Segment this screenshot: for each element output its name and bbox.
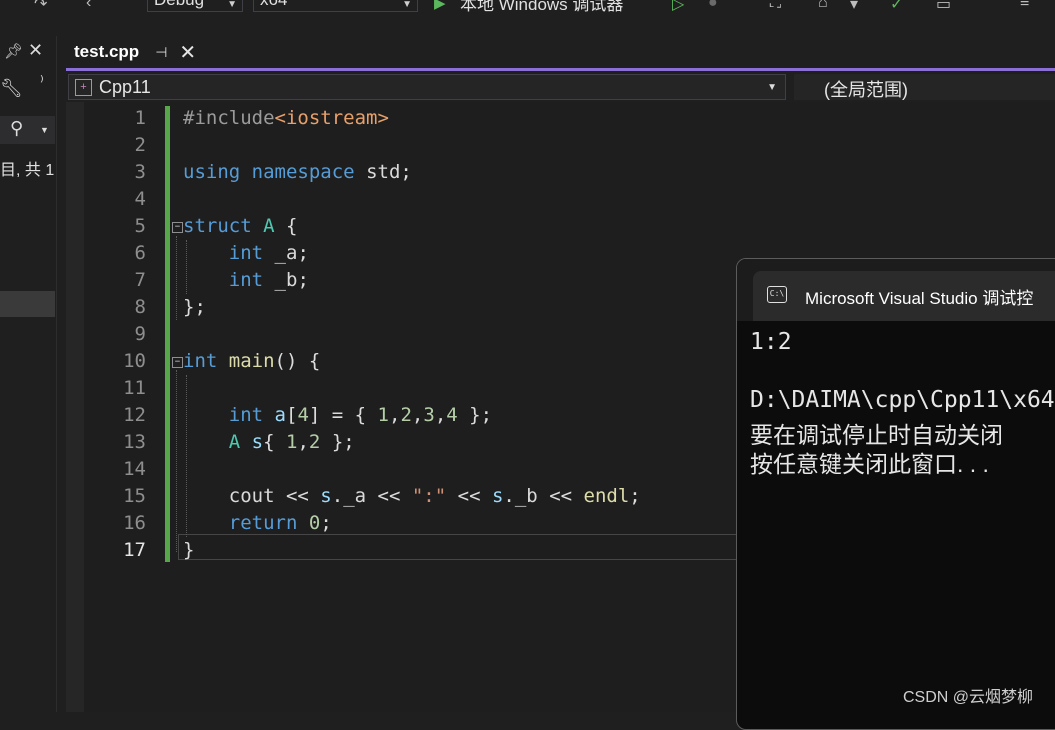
line-number: 2 bbox=[134, 134, 146, 156]
code-line: int _a; bbox=[228, 242, 309, 264]
diagnostics-icon[interactable]: ⛶ bbox=[770, 0, 781, 12]
scope-label: (全局范围) bbox=[824, 80, 908, 100]
console-output[interactable]: 1:2 D:\DAIMA\cpp\Cpp11\x64 要在调试停止时自动关闭 按… bbox=[737, 321, 1055, 721]
editor-margin bbox=[66, 102, 84, 712]
line-number: 14 bbox=[123, 458, 146, 480]
line-number: 10 bbox=[123, 350, 146, 372]
start-debugging-icon[interactable]: ▶ bbox=[434, 0, 446, 12]
line-number: 9 bbox=[134, 323, 146, 345]
selected-tree-item[interactable] bbox=[0, 291, 55, 317]
home-icon[interactable]: ⌂ bbox=[818, 0, 828, 12]
console-output-line: D:\DAIMA\cpp\Cpp11\x64 bbox=[750, 387, 1055, 413]
console-output-line: 1:2 bbox=[750, 329, 792, 355]
cpp-project-icon: + bbox=[75, 79, 92, 96]
document-tab-strip: test.cpp ⊣ ✕ bbox=[66, 36, 1055, 71]
code-line: int main() { bbox=[183, 350, 321, 372]
code-line: struct A { bbox=[183, 215, 298, 237]
console-output-line: 按任意键关闭此窗口. . . bbox=[750, 451, 989, 477]
pin-tab-icon[interactable]: ⊣ bbox=[155, 44, 167, 61]
search-icon: ⚲ bbox=[10, 118, 24, 138]
fold-region-line bbox=[176, 370, 177, 552]
line-number: 16 bbox=[123, 512, 146, 534]
collapse-function-icon[interactable]: − bbox=[172, 357, 183, 368]
console-title-bar[interactable]: C:\ Microsoft Visual Studio 调试控 bbox=[737, 259, 1055, 321]
project-count-text: 目, 共 1 bbox=[0, 162, 55, 179]
wrench-icon[interactable]: 🔧︎ bbox=[0, 78, 23, 99]
chevron-down-icon: ▼ bbox=[767, 82, 777, 93]
scope-dropdown[interactable]: (全局范围) bbox=[794, 74, 1055, 100]
dropdown-arrow-icon[interactable]: ▾ bbox=[850, 0, 858, 14]
code-line: A s{ 1,2 }; bbox=[228, 431, 355, 453]
line-number: 4 bbox=[134, 188, 146, 210]
code-line: cout << s._a << ":" << s._b << endl; bbox=[228, 485, 641, 507]
code-line: using namespace std; bbox=[183, 161, 412, 183]
overflow-icon[interactable]: ⁾ bbox=[40, 72, 44, 90]
line-number: 12 bbox=[123, 404, 146, 426]
line-number: 1 bbox=[134, 107, 146, 129]
start-debugging-button[interactable]: 本地 Windows 调试器 bbox=[460, 0, 623, 14]
line-number: 3 bbox=[134, 161, 146, 183]
checkmark-icon[interactable]: ✓ bbox=[890, 0, 903, 14]
line-number: 5 bbox=[134, 215, 146, 237]
configuration-dropdown[interactable]: Debug ▼ bbox=[147, 0, 243, 12]
watermark-text: CSDN @云烟梦柳 bbox=[903, 689, 1034, 706]
solution-explorer-panel: 📌︎ ✕ 🔧︎ ⁾ ⚲ ▼ 目, 共 1 bbox=[0, 36, 57, 712]
code-line: return 0; bbox=[228, 512, 332, 534]
close-icon[interactable]: ✕ bbox=[28, 40, 43, 61]
console-title: Microsoft Visual Studio 调试控 bbox=[805, 289, 1034, 308]
line-number: 6 bbox=[134, 242, 146, 264]
change-tracking-bar bbox=[165, 106, 170, 562]
platform-value: x64 bbox=[260, 0, 287, 9]
start-without-debugging-icon[interactable]: ▷ bbox=[672, 0, 684, 14]
code-line: #include<iostream> bbox=[183, 107, 389, 129]
project-dropdown[interactable]: + Cpp11 ▼ bbox=[68, 74, 786, 100]
menu-icon[interactable]: ≡ bbox=[1020, 0, 1029, 12]
tab-label: test.cpp bbox=[74, 42, 140, 61]
main-toolbar: ↷ ‹ Debug ▼ x64 ▼ ▶ 本地 Windows 调试器 ▷ ● ⛶… bbox=[0, 0, 1055, 14]
tab-test-cpp[interactable]: test.cpp ⊣ ✕ bbox=[66, 36, 211, 68]
search-box[interactable]: ⚲ ▼ bbox=[0, 116, 55, 144]
navigate-back-icon[interactable]: ‹ bbox=[86, 0, 91, 12]
window-layout-icon[interactable]: ▭ bbox=[936, 0, 951, 14]
configuration-value: Debug bbox=[154, 0, 204, 9]
active-tab-accent bbox=[66, 68, 1055, 71]
line-number: 8 bbox=[134, 296, 146, 318]
code-line: }; bbox=[183, 296, 206, 318]
navigation-bar: + Cpp11 ▼ (全局范围) bbox=[66, 72, 1055, 102]
chevron-down-icon: ▼ bbox=[227, 0, 237, 10]
line-number: 17 bbox=[123, 539, 146, 561]
terminal-icon: C:\ bbox=[767, 286, 787, 303]
close-tab-icon[interactable]: ✕ bbox=[179, 40, 196, 65]
line-number: 13 bbox=[123, 431, 146, 453]
chevron-down-icon[interactable]: ▼ bbox=[40, 125, 49, 135]
collapse-struct-icon[interactable]: − bbox=[172, 222, 183, 233]
project-name: Cpp11 bbox=[99, 77, 151, 97]
record-icon[interactable]: ● bbox=[708, 0, 718, 12]
code-line: int a[4] = { 1,2,3,4 }; bbox=[228, 404, 493, 426]
line-number: 15 bbox=[123, 485, 146, 507]
platform-dropdown[interactable]: x64 ▼ bbox=[253, 0, 418, 12]
pin-icon[interactable]: 📌︎ bbox=[4, 42, 23, 60]
code-line: int _b; bbox=[228, 269, 309, 291]
line-number: 11 bbox=[123, 377, 146, 399]
redo-icon[interactable]: ↷ bbox=[34, 0, 47, 14]
line-number: 7 bbox=[134, 269, 146, 291]
fold-region-line bbox=[176, 236, 177, 320]
code-line: } bbox=[183, 539, 195, 561]
debug-console-window[interactable]: C:\ Microsoft Visual Studio 调试控 1:2 D:\D… bbox=[736, 258, 1055, 730]
chevron-down-icon: ▼ bbox=[402, 0, 412, 10]
